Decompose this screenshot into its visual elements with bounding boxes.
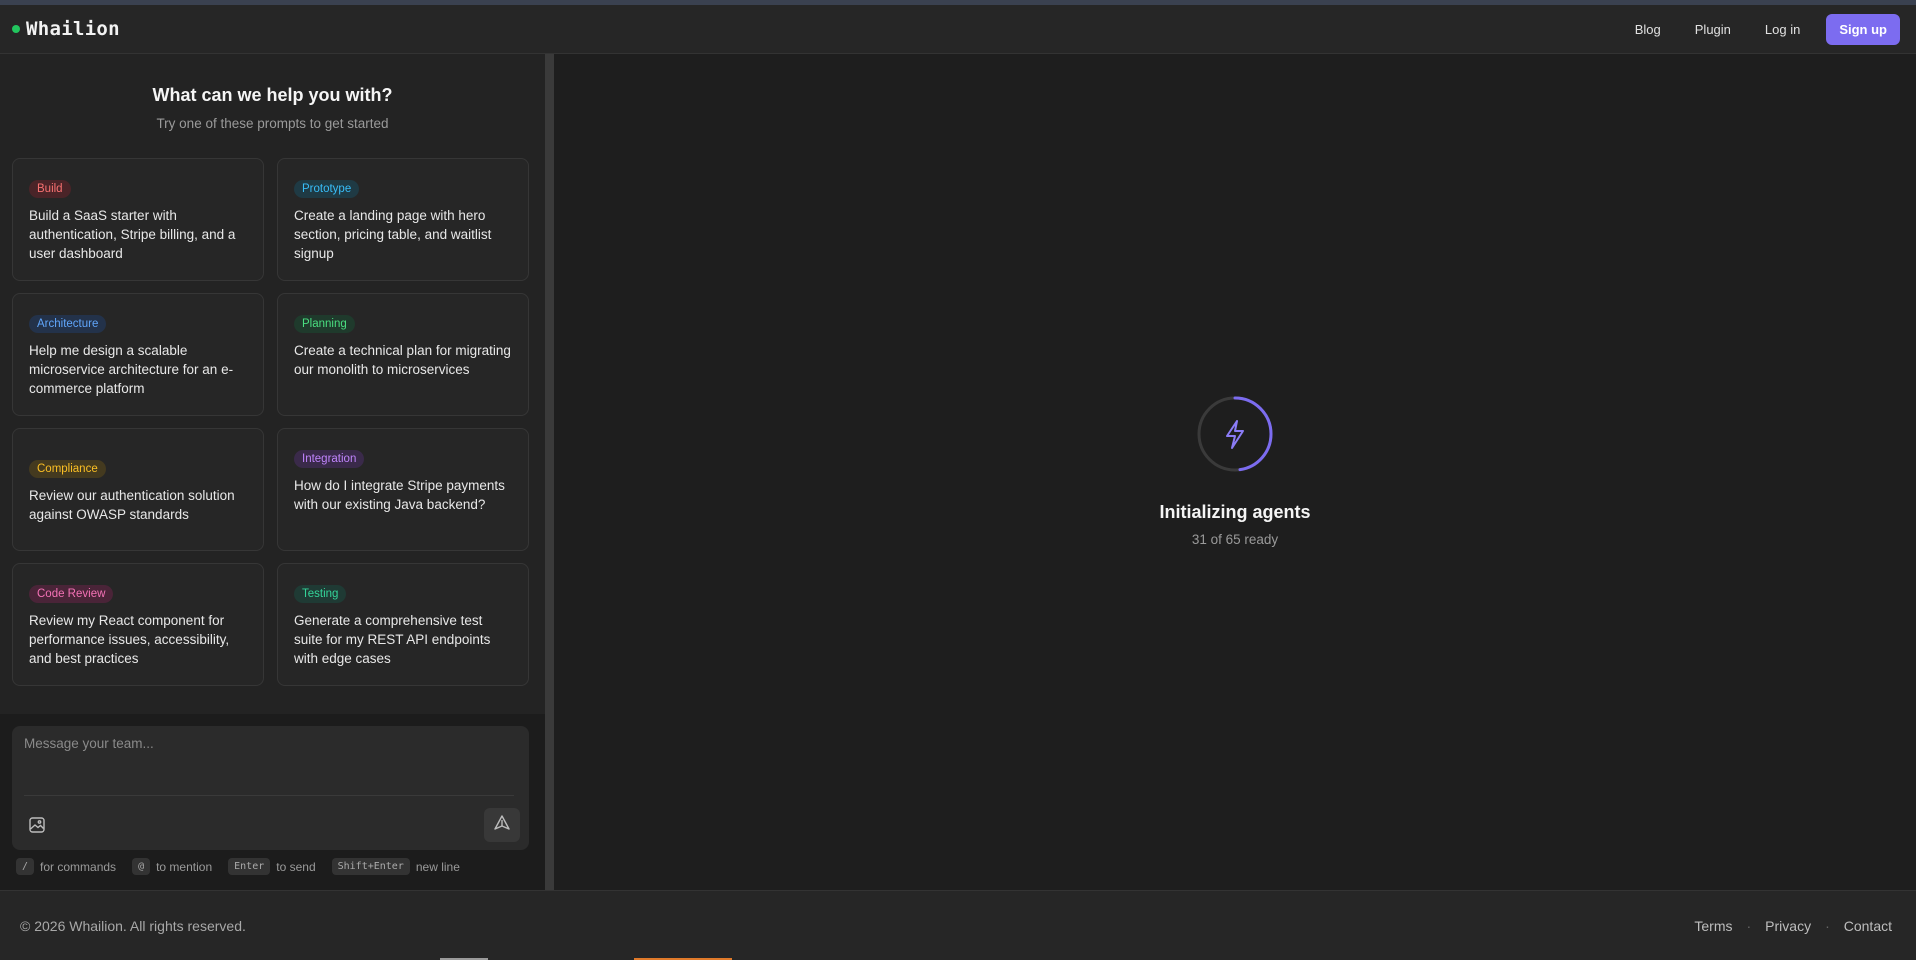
prompt-card-tag: Architecture [29,315,107,333]
prompt-card-text: Review our authentication solution again… [29,488,235,522]
message-input[interactable] [24,736,514,796]
main-nav: Blog Plugin Log in Sign up [1621,13,1900,45]
prompt-card-compliance[interactable]: Compliance Review our authentication sol… [12,428,264,551]
image-upload-icon[interactable] [28,816,46,834]
copyright-text: © 2026 Whailion. All rights reserved. [20,917,246,934]
prompt-card-tag: Build [29,180,71,198]
panel-resize-handle[interactable] [545,54,554,890]
prompt-card-text: Create a technical plan for migrating ou… [294,343,511,377]
prompt-card-code-review[interactable]: Code Review Review my React component fo… [12,563,264,686]
top-nav-bar: Whailion Blog Plugin Log in Sign up [0,5,1916,54]
send-button[interactable] [484,808,520,842]
footer-separator: · [1746,917,1752,934]
prompt-card-tag: Testing [294,585,347,603]
nav-link-blog[interactable]: Blog [1621,14,1675,45]
status-title: Initializing agents [1159,502,1311,522]
hint-key: @ [132,858,151,875]
prompt-card-prototype[interactable]: Prototype Create a landing page with her… [277,158,529,281]
footer-link-terms[interactable]: Terms [1694,918,1732,934]
prompt-card-tag: Prototype [294,180,360,198]
composer-area: / for commands @ to mention Enter to sen… [0,714,545,890]
prompt-card-text: Help me design a scalable microservice a… [29,343,234,396]
footer-links: Terms · Privacy · Contact [1694,918,1892,934]
nav-link-plugin[interactable]: Plugin [1681,14,1745,45]
status-dot-icon [12,25,20,33]
site-footer: © 2026 Whailion. All rights reserved. Te… [0,890,1916,960]
prompt-card-testing[interactable]: Testing Generate a comprehensive test su… [277,563,529,686]
prompt-card-text: Create a landing page with hero section,… [294,208,492,261]
loading-spinner [1197,396,1273,472]
brand[interactable]: Whailion [12,18,120,40]
prompt-card-integration[interactable]: Integration How do I integrate Stripe pa… [277,428,529,551]
prompt-card-text: Review my React component for performanc… [29,613,230,666]
agent-status-panel: Initializing agents 31 of 65 ready [554,54,1916,890]
message-composer [12,726,529,850]
lightning-icon [1226,420,1244,449]
prompt-panel-subtitle: Try one of these prompts to get started [156,116,389,131]
prompt-card-architecture[interactable]: Architecture Help me design a scalable m… [12,293,264,416]
prompt-card-planning[interactable]: Planning Create a technical plan for mig… [277,293,529,416]
nav-link-login[interactable]: Log in [1751,14,1814,45]
keyboard-hints: / for commands @ to mention Enter to sen… [16,858,470,875]
hint-text: to send [276,859,316,874]
footer-link-privacy[interactable]: Privacy [1765,918,1811,934]
hint-text: for commands [40,859,117,874]
hint-text: new line [415,859,460,874]
prompt-panel: What can we help you with? Try one of th… [0,54,545,714]
status-subtitle: 31 of 65 ready [1191,532,1279,547]
prompt-card-build[interactable]: Build Build a SaaS starter with authenti… [12,158,264,281]
footer-separator: · [1825,917,1830,934]
send-icon [493,814,511,837]
prompt-card-text: Generate a comprehensive test suite for … [294,613,491,666]
signup-button[interactable]: Sign up [1826,13,1900,45]
prompt-card-tag: Compliance [29,460,106,478]
hint-key: Shift+Enter [331,858,410,875]
prompt-card-text: How do I integrate Stripe payments with … [294,478,505,512]
footer-link-contact[interactable]: Contact [1844,918,1892,934]
prompt-card-tag: Code Review [29,585,114,603]
prompt-panel-title: What can we help you with? [152,85,393,105]
prompt-card-tag: Integration [294,450,365,468]
prompt-card-text: Build a SaaS starter with authentication… [29,208,236,261]
hint-key: / [16,858,35,875]
hint-key: Enter [228,858,271,875]
brand-name: Whailion [26,18,120,40]
prompt-card-tag: Planning [294,315,355,333]
hint-text: to mention [156,859,213,874]
